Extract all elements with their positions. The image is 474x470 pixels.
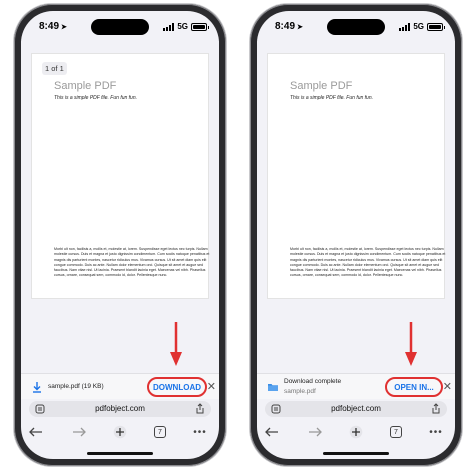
network-label: 5G [177, 22, 188, 31]
pdf-body: Morbi ult non, facilisis a, mollis et, m… [290, 247, 446, 278]
signal-icon [399, 22, 411, 31]
location-icon: ➤ [297, 24, 303, 31]
address-bar[interactable]: pdfobject.com [29, 401, 211, 417]
pdf-subtitle: This is a simple PDF file. Fun fun fun. [290, 95, 373, 101]
page-indicator: 1 of 1 [42, 62, 67, 75]
pdf-body: Morbi ult non, facilisis a, mollis et, m… [54, 247, 210, 278]
bottom-toolbar: 7 ••• [257, 421, 455, 443]
address-bar[interactable]: pdfobject.com [265, 401, 447, 417]
battery-icon [427, 22, 445, 31]
url-text[interactable]: pdfobject.com [29, 404, 211, 413]
pdf-viewer[interactable]: 1 of 1 Sample PDF This is a simple PDF f… [21, 41, 219, 371]
download-filename: sample.pdf (19 KB) [48, 383, 104, 390]
network-label: 5G [413, 22, 424, 31]
pdf-viewer[interactable]: Sample PDF This is a simple PDF file. Fu… [257, 41, 455, 371]
close-icon[interactable]: ✕ [207, 379, 216, 395]
home-indicator [87, 452, 153, 455]
screen: 8:49 ➤ 5G Sample PDF This is a simple PDF… [257, 11, 455, 459]
tab-count: 7 [154, 426, 166, 438]
tab-count: 7 [390, 426, 402, 438]
plus-icon[interactable] [347, 424, 365, 440]
more-icon[interactable]: ••• [427, 424, 445, 440]
status-bar: 8:49 ➤ 5G [257, 21, 455, 35]
download-bar: sample.pdf (19 KB) DOWNLOAD ✕ [21, 373, 219, 399]
bottom-toolbar: 7 ••• [21, 421, 219, 443]
share-icon[interactable] [195, 403, 205, 414]
back-arrow-icon[interactable] [263, 424, 281, 440]
more-icon[interactable]: ••• [191, 424, 209, 440]
phone-right: 8:49 ➤ 5G Sample PDF This is a simple PDF… [250, 4, 462, 466]
location-icon: ➤ [61, 24, 67, 31]
annotation-arrow-icon [170, 322, 182, 366]
download-status: Download complete [284, 378, 342, 385]
tabs-icon[interactable]: 7 [151, 424, 169, 440]
phone-left: 8:49 ➤ 5G 1 of 1 Sample PDF This is a sim… [14, 4, 226, 466]
tabs-icon[interactable]: 7 [387, 424, 405, 440]
status-bar: 8:49 ➤ 5G [21, 21, 219, 35]
download-button[interactable]: DOWNLOAD [147, 377, 207, 397]
url-text[interactable]: pdfobject.com [265, 404, 447, 413]
battery-icon [191, 22, 209, 31]
folder-icon [268, 384, 278, 391]
forward-arrow-icon[interactable] [70, 424, 88, 440]
download-arrow-icon [33, 382, 41, 393]
status-time: 8:49 ➤ [39, 21, 67, 32]
pdf-title: Sample PDF [290, 80, 353, 92]
home-indicator [323, 452, 389, 455]
share-icon[interactable] [431, 403, 441, 414]
back-arrow-icon[interactable] [27, 424, 45, 440]
open-in-button[interactable]: OPEN IN... [385, 377, 443, 397]
pdf-page: Sample PDF This is a simple PDF file. Fu… [267, 53, 445, 299]
status-time: 8:49 ➤ [275, 21, 303, 32]
plus-icon[interactable] [111, 424, 129, 440]
pdf-subtitle: This is a simple PDF file. Fun fun fun. [54, 95, 137, 101]
signal-icon [163, 22, 175, 31]
download-filename: sample.pdf [284, 388, 316, 395]
annotation-arrow-icon [405, 322, 417, 366]
download-bar: Download complete sample.pdf OPEN IN... … [257, 373, 455, 399]
pdf-page: 1 of 1 Sample PDF This is a simple PDF f… [31, 53, 209, 299]
screen: 8:49 ➤ 5G 1 of 1 Sample PDF This is a sim… [21, 11, 219, 459]
forward-arrow-icon[interactable] [306, 424, 324, 440]
close-icon[interactable]: ✕ [443, 379, 452, 395]
pdf-title: Sample PDF [54, 80, 117, 92]
